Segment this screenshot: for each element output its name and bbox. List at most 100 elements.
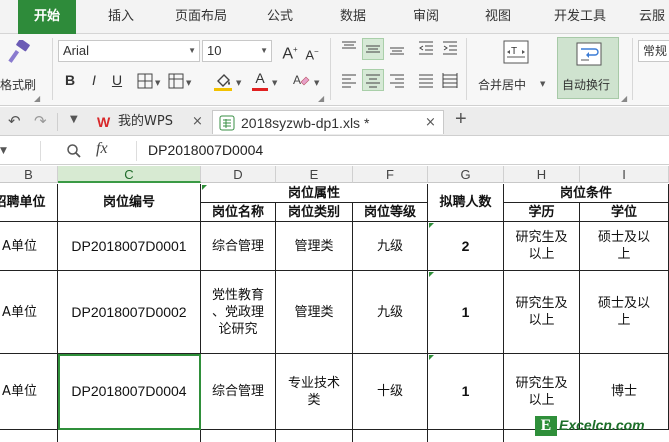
cell-count-row4[interactable] <box>428 430 504 442</box>
font-launcher-icon[interactable]: ◢ <box>318 94 324 103</box>
cell-level-row2[interactable]: 九级 <box>353 271 428 354</box>
italic-button[interactable]: I <box>84 70 104 90</box>
borders-dropdown-icon[interactable]: ▼ <box>155 79 160 87</box>
cell-unit-row4[interactable] <box>0 430 58 442</box>
undo-icon[interactable]: ↶ <box>8 112 21 130</box>
align-right-icon[interactable] <box>389 72 405 88</box>
tab-page-layout[interactable]: 页面布局 <box>166 0 236 34</box>
number-format-select[interactable]: 常规 <box>638 40 669 62</box>
cell-name-row1[interactable]: 综合管理 <box>201 222 276 271</box>
cell-count-row3[interactable]: 1 <box>428 354 504 430</box>
header-degree[interactable]: 学位 <box>580 203 669 222</box>
tab-developer[interactable]: 开发工具 <box>540 0 620 34</box>
header-position-type[interactable]: 岗位类别 <box>276 203 353 222</box>
cell-type-row3[interactable]: 专业技术 类 <box>276 354 353 430</box>
header-recruit-unit[interactable]: 招聘单位 <box>0 184 58 222</box>
cell-code-row4[interactable] <box>58 430 201 442</box>
tab-review[interactable]: 审阅 <box>396 0 456 34</box>
align-top-icon[interactable] <box>341 40 357 56</box>
cell-name-row3[interactable]: 综合管理 <box>201 354 276 430</box>
cell-level-row4[interactable] <box>353 430 428 442</box>
cell-count-row2[interactable]: 1 <box>428 271 504 354</box>
cell-unit-row2[interactable]: A单位 <box>0 271 58 354</box>
customize-dropdown-icon[interactable]: ▼ <box>70 114 78 125</box>
cell-name-row4[interactable] <box>201 430 276 442</box>
cell-education-row1[interactable]: 研究生及 以上 <box>504 222 580 271</box>
close-wps-tab-icon[interactable]: × <box>192 110 203 134</box>
column-header-h[interactable]: H <box>504 166 580 183</box>
align-middle-button[interactable] <box>362 38 384 60</box>
header-education[interactable]: 学历 <box>504 203 580 222</box>
close-doc-tab-icon[interactable]: × <box>425 111 436 135</box>
new-tab-button[interactable]: + <box>455 108 467 131</box>
fx-icon[interactable]: fx <box>96 140 108 158</box>
cell-degree-row2[interactable]: 硕士及以 上 <box>580 271 669 354</box>
cell-degree-row1[interactable]: 硕士及以 上 <box>580 222 669 271</box>
borders-icon[interactable] <box>137 73 153 89</box>
header-position-name[interactable]: 岗位名称 <box>201 203 276 222</box>
header-position-code[interactable]: 岗位编号 <box>58 184 201 222</box>
fill-color-icon[interactable] <box>215 72 233 88</box>
cell-unit-row1[interactable]: A单位 <box>0 222 58 271</box>
alignment-launcher-icon[interactable]: ◢ <box>621 94 627 103</box>
column-header-c[interactable]: C <box>58 166 201 183</box>
header-planned-count[interactable]: 拟聘人数 <box>428 184 504 222</box>
merge-center-icon[interactable]: T <box>503 40 529 64</box>
tab-data[interactable]: 数据 <box>324 0 382 34</box>
tab-home[interactable]: 开始 <box>18 0 76 34</box>
cell-name-row2[interactable]: 党性教育 、党政理 论研究 <box>201 271 276 354</box>
font-color-button[interactable]: A <box>250 68 270 88</box>
tab-document[interactable]: 2018syzwb-dp1.xls * × <box>212 110 444 134</box>
align-left-icon[interactable] <box>341 72 357 88</box>
cell-type-row1[interactable]: 管理类 <box>276 222 353 271</box>
font-name-select[interactable]: Arial ▼ <box>58 40 200 62</box>
clipboard-launcher-icon[interactable]: ◢ <box>34 94 40 103</box>
column-header-i[interactable]: I <box>580 166 669 183</box>
column-header-e[interactable]: E <box>276 166 353 183</box>
clear-format-icon[interactable]: A <box>292 72 310 90</box>
cell-type-row4[interactable] <box>276 430 353 442</box>
tab-formulas[interactable]: 公式 <box>252 0 308 34</box>
cell-style-dropdown-icon[interactable]: ▼ <box>186 79 191 87</box>
bold-button[interactable]: B <box>60 70 80 90</box>
header-position-attributes[interactable]: 岗位属性 <box>201 184 428 203</box>
formula-input[interactable]: DP2018007D0004 <box>148 142 263 158</box>
decrease-indent-icon[interactable] <box>418 40 434 56</box>
grow-font-button[interactable]: A+ <box>280 40 300 62</box>
increase-indent-icon[interactable] <box>442 40 458 56</box>
underline-button[interactable]: U <box>107 70 127 90</box>
merge-center-label[interactable]: 合并居中 <box>478 76 526 93</box>
tab-view[interactable]: 视图 <box>468 0 528 34</box>
zoom-search-icon[interactable] <box>66 143 82 159</box>
column-header-d[interactable]: D <box>201 166 276 183</box>
cell-code-row3-selected[interactable]: DP2018007D0004 <box>58 354 201 430</box>
font-color-dropdown-icon[interactable]: ▼ <box>272 79 277 87</box>
cell-code-row2[interactable]: DP2018007D0002 <box>58 271 201 354</box>
shrink-font-button[interactable]: A− <box>302 42 322 62</box>
cell-education-row2[interactable]: 研究生及 以上 <box>504 271 580 354</box>
tab-insert[interactable]: 插入 <box>92 0 150 34</box>
cell-count-row1[interactable]: 2 <box>428 222 504 271</box>
column-header-g[interactable]: G <box>428 166 504 183</box>
distributed-icon[interactable] <box>442 72 458 88</box>
tab-cloud[interactable]: 云服 <box>630 0 669 34</box>
header-position-level[interactable]: 岗位等级 <box>353 203 428 222</box>
format-painter-icon[interactable] <box>6 40 32 66</box>
wrap-text-button[interactable]: 自动换行 <box>557 37 619 99</box>
redo-icon[interactable]: ↷ <box>34 112 47 130</box>
cell-style-icon[interactable] <box>168 73 184 89</box>
merge-center-dropdown-icon[interactable]: ▼ <box>540 80 545 88</box>
cell-level-row3[interactable]: 十级 <box>353 354 428 430</box>
font-size-select[interactable]: 10 ▼ <box>202 40 272 62</box>
column-header-f[interactable]: F <box>353 166 428 183</box>
align-bottom-icon[interactable] <box>389 40 405 56</box>
cell-unit-row3[interactable]: A单位 <box>0 354 58 430</box>
column-header-b[interactable]: B <box>0 166 58 183</box>
header-conditions[interactable]: 岗位条件 <box>504 184 669 203</box>
fill-color-dropdown-icon[interactable]: ▼ <box>236 79 241 87</box>
format-painter-label[interactable]: 格式刷 <box>0 76 36 93</box>
name-box-dropdown-icon[interactable]: ▼ <box>0 141 22 161</box>
cell-level-row1[interactable]: 九级 <box>353 222 428 271</box>
cell-type-row2[interactable]: 管理类 <box>276 271 353 354</box>
cell-code-row1[interactable]: DP2018007D0001 <box>58 222 201 271</box>
